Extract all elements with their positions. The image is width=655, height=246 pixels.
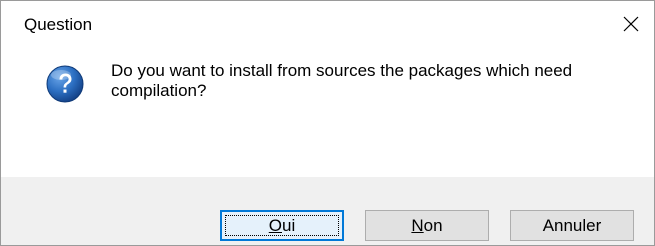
message-text: Do you want to install from sources the … — [111, 61, 631, 101]
title-bar[interactable]: Question — [1, 1, 654, 47]
dialog-title: Question — [24, 15, 93, 34]
non-button[interactable]: Non — [365, 210, 489, 241]
message-line-2: compilation? — [111, 81, 207, 100]
button-bar: Oui Non Annuler — [1, 177, 654, 245]
oui-mnemonic: O — [268, 215, 282, 235]
non-mnemonic: N — [411, 215, 424, 235]
oui-label-rest: ui — [282, 215, 296, 235]
oui-button-label: Oui — [269, 216, 295, 236]
annuler-button-label: Annuler — [542, 215, 602, 235]
oui-button[interactable]: Oui — [220, 210, 344, 241]
close-button[interactable] — [608, 1, 654, 47]
message-line-1: Do you want to install from sources the … — [111, 61, 573, 80]
close-icon — [623, 16, 639, 32]
annuler-button[interactable]: Annuler — [510, 210, 634, 241]
question-icon — [46, 65, 84, 103]
non-button-label: Non — [411, 216, 442, 236]
question-dialog: Question Do you want to install from sou… — [0, 0, 655, 246]
non-label-rest: on — [423, 215, 443, 235]
